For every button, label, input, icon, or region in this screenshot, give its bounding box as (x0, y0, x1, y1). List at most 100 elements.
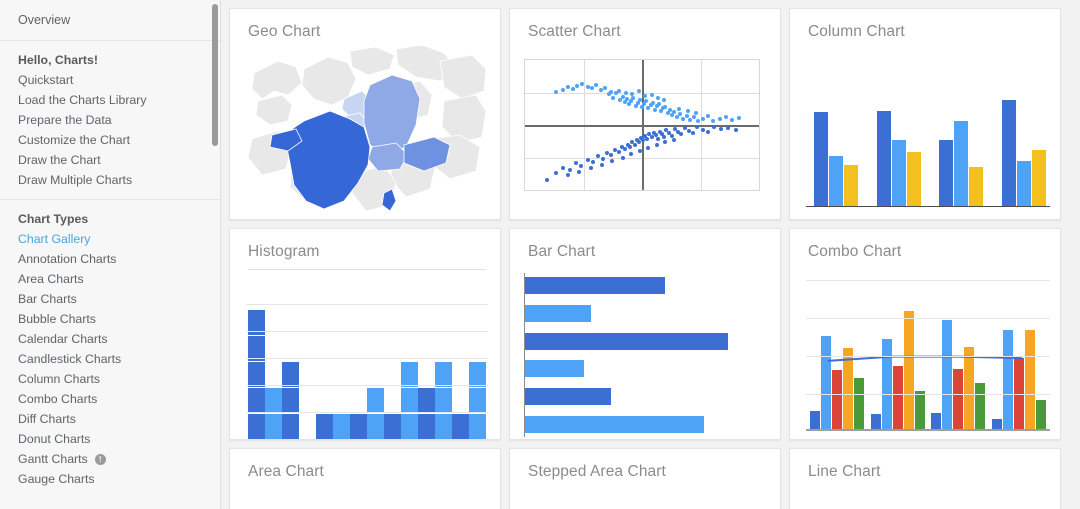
card-area-chart[interactable]: Area Chart (229, 448, 501, 509)
column-bar[interactable] (844, 165, 858, 206)
scatter-point (565, 173, 570, 178)
column-bar[interactable] (939, 139, 954, 206)
sidebar-item-draw-multiple-charts[interactable]: Draw Multiple Charts (0, 170, 220, 190)
column-bar[interactable] (891, 139, 906, 206)
combo-bar[interactable] (975, 382, 986, 430)
column-bar[interactable] (1001, 100, 1016, 206)
scatter-point (726, 125, 731, 130)
scatter-point (588, 166, 593, 171)
bar-fill[interactable] (525, 332, 729, 350)
bar-chart[interactable] (524, 273, 770, 437)
combo-bar[interactable] (903, 310, 914, 430)
histogram-bin[interactable] (435, 360, 452, 439)
histogram-segment (367, 412, 384, 439)
card-stepped-area-chart[interactable]: Stepped Area Chart (509, 448, 781, 509)
histogram-bin[interactable] (452, 412, 469, 439)
scatter-point (629, 151, 634, 156)
sidebar-item-combo-charts[interactable]: Combo Charts (0, 389, 220, 409)
combo-chart[interactable] (806, 273, 1050, 439)
sidebar-item-quickstart[interactable]: Quickstart (0, 70, 220, 90)
card-body (510, 49, 780, 219)
card-geo-chart[interactable]: Geo Chart (229, 8, 501, 220)
histogram-bin[interactable] (316, 412, 333, 439)
sidebar-item-area-charts[interactable]: Area Charts (0, 269, 220, 289)
combo-bar[interactable] (1035, 400, 1046, 430)
card-scatter-chart[interactable]: Scatter Chart (509, 8, 781, 220)
sidebar-item-prepare-the-data[interactable]: Prepare the Data (0, 110, 220, 130)
card-column-chart[interactable]: Column Chart (789, 8, 1061, 220)
combo-bar[interactable] (931, 412, 942, 430)
sidebar-item-annotation-charts[interactable]: Annotation Charts (0, 249, 220, 269)
sidebar-item-chart-gallery[interactable]: Chart Gallery (0, 229, 220, 249)
sidebar-item-diff-charts[interactable]: Diff Charts (0, 409, 220, 429)
column-bar[interactable] (906, 151, 921, 206)
chart-gallery-main: Geo Chart Scatter Chart Column Chart His… (221, 0, 1080, 509)
bar-fill[interactable] (525, 415, 704, 433)
combo-bar[interactable] (964, 346, 975, 430)
column-bar[interactable] (829, 156, 843, 206)
combo-bar[interactable] (810, 411, 820, 430)
histogram-bin[interactable] (350, 412, 367, 439)
combo-bar[interactable] (1024, 329, 1035, 430)
sidebar-item-load-the-charts-library[interactable]: Load the Charts Library (0, 90, 220, 110)
combo-bar[interactable] (881, 338, 892, 430)
combo-bar[interactable] (914, 390, 925, 430)
geo-chart[interactable] (230, 44, 500, 219)
sidebar-item-draw-the-chart[interactable]: Draw the Chart (0, 150, 220, 170)
scatter-point (677, 107, 682, 112)
histogram-chart[interactable] (246, 277, 488, 439)
sidebar-item-gauge-charts[interactable]: Gauge Charts (0, 469, 220, 489)
sidebar-item-donut-charts[interactable]: Donut Charts (0, 429, 220, 449)
combo-bar[interactable] (870, 414, 881, 430)
histogram-bin[interactable] (384, 412, 401, 439)
histogram-bin[interactable] (401, 360, 418, 439)
sidebar-item-candlestick-charts[interactable]: Candlestick Charts (0, 349, 220, 369)
column-bar[interactable] (1016, 160, 1031, 206)
histogram-bin[interactable] (248, 308, 265, 439)
combo-bar[interactable] (843, 348, 853, 430)
sidebar-item-label: Hello, Charts! (18, 53, 98, 67)
card-line-chart[interactable]: Line Chart (789, 448, 1061, 509)
sidebar-item-bubble-charts[interactable]: Bubble Charts (0, 309, 220, 329)
combo-bar[interactable] (892, 365, 903, 430)
histogram-bin[interactable] (282, 360, 299, 439)
sidebar-item-bar-charts[interactable]: Bar Charts (0, 289, 220, 309)
combo-gridline (806, 279, 1050, 281)
sidebar-item-calendar-charts[interactable]: Calendar Charts (0, 329, 220, 349)
card-bar-chart[interactable]: Bar Chart (509, 228, 781, 440)
column-bar[interactable] (814, 112, 828, 206)
scatter-chart[interactable] (524, 59, 760, 191)
card-title: Column Chart (808, 23, 905, 40)
scatter-point (616, 150, 621, 155)
card-combo-chart[interactable]: Combo Chart (789, 228, 1061, 440)
card-body (230, 44, 500, 219)
column-bar[interactable] (954, 121, 969, 206)
scatter-point (570, 86, 575, 91)
sidebar-item-gantt-charts[interactable]: Gantt Charts! (0, 449, 220, 469)
combo-bar[interactable] (854, 378, 864, 430)
histogram-gridline (246, 331, 488, 332)
histogram-segment (435, 386, 452, 413)
sidebar-item-overview[interactable]: Overview (0, 0, 220, 41)
bar-fill[interactable] (525, 388, 611, 406)
combo-bar[interactable] (821, 335, 831, 430)
column-chart[interactable] (806, 55, 1050, 213)
sidebar-item-customize-the-chart[interactable]: Customize the Chart (0, 130, 220, 150)
bar-fill[interactable] (525, 304, 592, 322)
column-bar[interactable] (876, 110, 891, 206)
bar-fill[interactable] (525, 277, 665, 294)
scatter-point (649, 134, 654, 139)
histogram-segment (316, 412, 333, 439)
histogram-bin[interactable] (469, 360, 486, 439)
histogram-bin[interactable] (333, 412, 350, 439)
column-bar[interactable] (969, 166, 984, 206)
card-histogram[interactable]: Histogram (229, 228, 501, 440)
bar-fill[interactable] (525, 360, 584, 378)
sidebar-item-column-charts[interactable]: Column Charts (0, 369, 220, 389)
combo-bar[interactable] (1002, 329, 1013, 430)
combo-bar[interactable] (832, 370, 842, 430)
sidebar-scrollbar[interactable] (212, 4, 218, 146)
combo-bar[interactable] (953, 368, 964, 430)
combo-bar[interactable] (942, 320, 953, 430)
column-bar[interactable] (1031, 150, 1046, 206)
